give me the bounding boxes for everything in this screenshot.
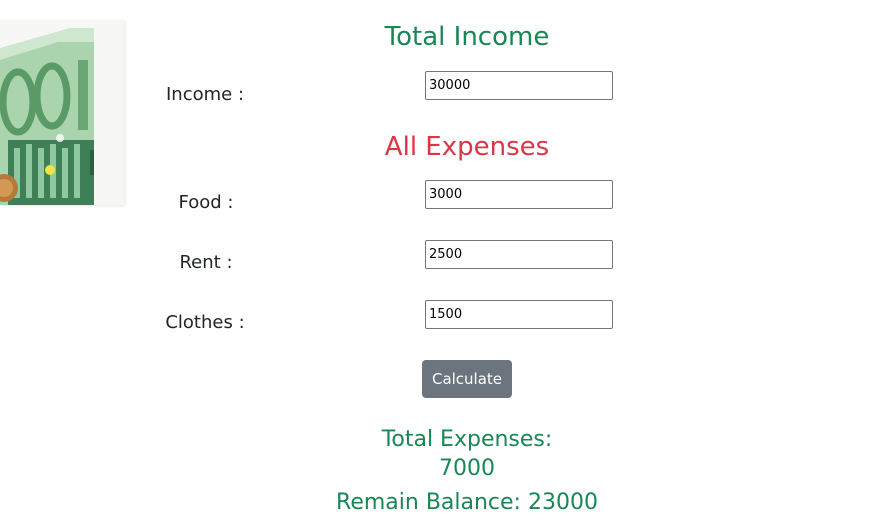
income-input[interactable] [425,71,613,100]
budget-page: Total Income Income : All Expenses Food … [0,0,881,530]
clothes-input[interactable] [425,300,613,329]
all-expenses-heading: All Expenses [384,132,550,162]
income-label: Income : [165,84,245,105]
remain-balance-result: Remain Balance: 23000 [336,488,598,517]
total-expenses-label: Total Expenses: [381,427,553,452]
food-label: Food : [178,192,234,213]
banknote-image [0,20,124,205]
total-expenses-result: Total Expenses: 7000 [367,425,567,483]
total-expenses-value: 7000 [439,456,495,481]
total-income-heading: Total Income [384,22,550,52]
money-photo [0,20,124,205]
clothes-label: Clothes : [165,312,245,333]
remain-balance-label: Remain Balance: [336,490,521,515]
rent-label: Rent : [179,252,233,273]
calculate-button[interactable]: Calculate [422,360,512,398]
food-input[interactable] [425,180,613,209]
remain-balance-value: 23000 [527,490,598,515]
rent-input[interactable] [425,240,613,269]
